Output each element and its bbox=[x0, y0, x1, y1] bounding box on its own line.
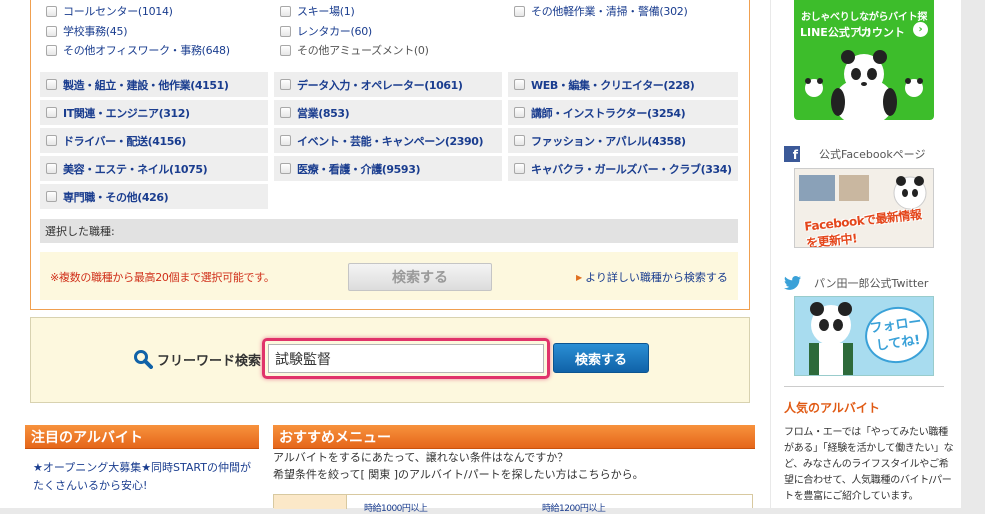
panda-mascot-icon bbox=[805, 50, 923, 120]
category-it-engineer[interactable]: IT関連・エンジニア(312) bbox=[40, 100, 268, 125]
twitter-label-row: パン田一郎公式Twitter bbox=[784, 275, 928, 291]
checkbox[interactable] bbox=[280, 107, 291, 118]
arrow-right-icon: › bbox=[913, 22, 928, 37]
popular-jobs-text: フロム・エーでは「やってみたい職種がある」「経験を活かして働きたい」など、みなさ… bbox=[784, 427, 954, 502]
facebook-banner[interactable]: Facebookで最新情報を更新中! bbox=[794, 168, 934, 248]
facebook-label-row: f 公式Facebookページ bbox=[784, 146, 925, 162]
checkbox[interactable] bbox=[46, 25, 57, 37]
category-specialist[interactable]: 専門職・その他(426) bbox=[40, 184, 268, 209]
checkbox-ski-resort[interactable]: スキー場(1) bbox=[280, 3, 355, 19]
checkbox[interactable] bbox=[514, 5, 525, 17]
checkbox-other-amusement[interactable]: その他アミューズメント(0) bbox=[280, 42, 429, 58]
table-label-cell bbox=[274, 495, 347, 509]
checkbox[interactable] bbox=[46, 44, 57, 56]
checkbox[interactable] bbox=[280, 5, 291, 17]
checkbox[interactable] bbox=[280, 44, 291, 56]
checkbox[interactable] bbox=[280, 79, 291, 90]
freeword-input[interactable] bbox=[268, 344, 544, 373]
checkbox-rent-a-car[interactable]: レンタカー(60) bbox=[280, 23, 372, 39]
checkbox[interactable] bbox=[46, 5, 57, 17]
checkbox-other-light-work[interactable]: その他軽作業・清掃・警備(302) bbox=[514, 3, 688, 19]
facebook-icon: f bbox=[784, 146, 800, 162]
checkbox[interactable] bbox=[280, 25, 291, 37]
freeword-search-button[interactable]: 検索する bbox=[553, 343, 649, 373]
main-column: コールセンター(1014) スキー場(1) その他軽作業・清掃・警備(302) … bbox=[0, 0, 770, 514]
osusume-header: おすすめメニュー bbox=[273, 425, 755, 449]
checkbox[interactable] bbox=[280, 163, 291, 174]
osusume-description: アルバイトをするにあたって、譲れない条件はなんですか？ 希望条件を絞って[ 関東… bbox=[273, 451, 644, 481]
category-sales[interactable]: 営業(853) bbox=[274, 100, 502, 125]
category-web-creator[interactable]: WEB・編集・クリエイター(228) bbox=[508, 72, 738, 97]
checkbox[interactable] bbox=[280, 135, 291, 146]
checkbox-call-center[interactable]: コールセンター(1014) bbox=[46, 3, 173, 19]
category-driver[interactable]: ドライバー・配送(4156) bbox=[40, 128, 268, 153]
page-margin bbox=[961, 0, 985, 508]
detailed-category-link[interactable]: ▶ より詳しい職種から検索する bbox=[576, 269, 728, 285]
checkbox[interactable] bbox=[514, 107, 525, 118]
freeword-search-panel: フリーワード検索 検索する bbox=[30, 317, 750, 403]
checkbox[interactable] bbox=[46, 163, 57, 174]
sidebar-divider bbox=[784, 386, 944, 387]
twitter-bird-icon bbox=[784, 276, 801, 290]
search-icon bbox=[134, 350, 153, 369]
checkbox[interactable] bbox=[514, 79, 525, 90]
checkbox[interactable] bbox=[514, 135, 525, 146]
triangle-right-icon: ▶ bbox=[576, 272, 583, 282]
checkbox[interactable] bbox=[46, 135, 57, 146]
category-cabaret[interactable]: キャバクラ・ガールズバー・クラブ(334) bbox=[508, 156, 738, 181]
category-event[interactable]: イベント・芸能・キャンペーン(2390) bbox=[274, 128, 502, 153]
osusume-table: 時給1000円以上 時給1200円以上 bbox=[273, 494, 753, 514]
note-area: ※複数の職種から最高20個まで選択可能です。 検索する ▶ より詳しい職種から検… bbox=[40, 252, 738, 300]
checkbox[interactable] bbox=[46, 107, 57, 118]
checkbox-other-office[interactable]: その他オフィスワーク・事務(648) bbox=[46, 42, 230, 58]
freeword-label: フリーワード検索 bbox=[133, 349, 261, 369]
max-selection-note: ※複数の職種から最高20個まで選択可能です。 bbox=[50, 271, 275, 284]
checkbox[interactable] bbox=[46, 191, 57, 202]
category-manufacturing[interactable]: 製造・組立・建設・他作業(4151) bbox=[40, 72, 268, 97]
category-beauty[interactable]: 美容・エステ・ネイル(1075) bbox=[40, 156, 268, 181]
chumoku-link[interactable]: ★オープニング大募集★同時STARTの仲間がたくさんいるから安心! bbox=[33, 459, 253, 495]
selected-categories-bar: 選択した職種: bbox=[40, 219, 738, 243]
chumoku-header: 注目のアルバイト bbox=[25, 425, 259, 449]
category-search-button[interactable]: 検索する bbox=[348, 263, 492, 291]
twitter-banner[interactable]: フォローしてね! bbox=[794, 296, 934, 376]
category-instructor[interactable]: 講師・インストラクター(3254) bbox=[508, 100, 738, 125]
checkbox-school-office[interactable]: 学校事務(45) bbox=[46, 23, 127, 39]
category-fashion[interactable]: ファッション・アパレル(4358) bbox=[508, 128, 738, 153]
popular-jobs-title: 人気のアルバイト bbox=[784, 401, 880, 415]
line-official-banner[interactable]: おしゃべりしながらバイト探し! LINE公式アカウント › bbox=[794, 0, 934, 120]
category-medical[interactable]: 医療・看護・介護(9593) bbox=[274, 156, 502, 181]
category-data-entry[interactable]: データ入力・オペレーター(1061) bbox=[274, 72, 502, 97]
checkbox[interactable] bbox=[514, 163, 525, 174]
freeword-input-highlight bbox=[262, 338, 550, 379]
checkbox[interactable] bbox=[46, 79, 57, 90]
